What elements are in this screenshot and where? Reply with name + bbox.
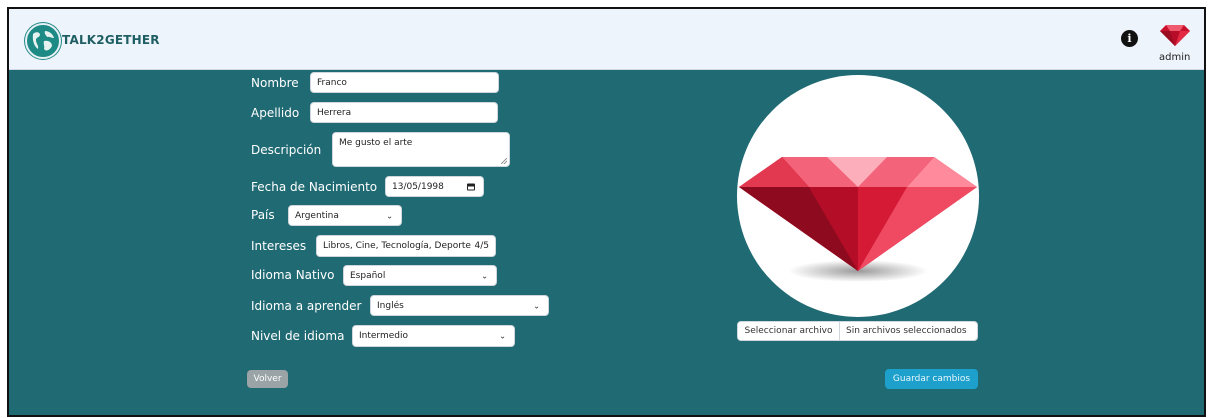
back-button[interactable]: Volver xyxy=(247,370,288,388)
idioma-nativo-select[interactable]: Español ⌄ xyxy=(343,265,497,286)
fecha-label: Fecha de Nacimiento xyxy=(251,180,378,194)
nivel-idioma-label: Nivel de idioma xyxy=(251,329,345,343)
fecha-value: 13/05/1998 xyxy=(392,181,444,192)
chevron-down-icon: ⌄ xyxy=(481,271,488,280)
apellido-label: Apellido xyxy=(251,106,300,120)
descripcion-textarea[interactable]: Me gusto el arte xyxy=(332,132,510,167)
chevron-down-icon: ⌄ xyxy=(533,301,540,310)
avatar[interactable] xyxy=(1160,23,1190,47)
intereses-value: Libros, Cine, Tecnología, Deporte xyxy=(323,241,471,251)
descripcion-value: Me gusto el arte xyxy=(339,138,413,148)
nombre-label: Nombre xyxy=(251,76,299,90)
nivel-idioma-value: Intermedio xyxy=(359,331,408,341)
idioma-aprender-label: Idioma a aprender xyxy=(251,299,362,313)
file-input[interactable]: Seleccionar archivo Sin archivos selecci… xyxy=(737,321,978,341)
app-logo-text: TALK2GETHER xyxy=(62,33,160,47)
pais-select[interactable]: Argentina ⌄ xyxy=(288,205,402,226)
info-icon[interactable]: i xyxy=(1121,30,1138,47)
fecha-input[interactable]: 13/05/1998 xyxy=(385,176,484,197)
top-header: TALK2GETHER i admin xyxy=(9,9,1204,70)
profile-photo xyxy=(737,75,979,317)
app-window: TALK2GETHER i admin Nombre Franco Apelli… xyxy=(7,7,1206,417)
nombre-value: Franco xyxy=(317,77,347,88)
chevron-down-icon: ⌄ xyxy=(499,331,506,341)
intereses-label: Intereses xyxy=(251,239,307,253)
save-changes-button[interactable]: Guardar cambios xyxy=(885,369,978,389)
calendar-icon[interactable] xyxy=(467,183,475,190)
user-name: admin xyxy=(1159,52,1191,63)
idioma-aprender-select[interactable]: Inglés ⌄ xyxy=(370,295,549,316)
intereses-count: 4/5 xyxy=(474,241,489,251)
globe-logo-icon xyxy=(25,23,61,59)
idioma-nativo-label: Idioma Nativo xyxy=(251,268,335,282)
pais-value: Argentina xyxy=(295,210,339,221)
file-status-text: Sin archivos seleccionados xyxy=(846,326,967,336)
idioma-nativo-value: Español xyxy=(350,270,386,281)
select-file-button[interactable]: Seleccionar archivo xyxy=(738,322,840,340)
chevron-down-icon: ⌄ xyxy=(386,211,393,220)
resize-handle-icon[interactable] xyxy=(501,158,507,164)
apellido-value: Herrera xyxy=(317,107,352,118)
nombre-input[interactable]: Franco xyxy=(310,72,499,93)
idioma-aprender-value: Inglés xyxy=(377,300,404,311)
descripcion-label: Descripción xyxy=(251,143,322,157)
nivel-idioma-select[interactable]: Intermedio ⌄ xyxy=(352,325,515,347)
pais-label: País xyxy=(251,208,275,222)
apellido-input[interactable]: Herrera xyxy=(310,102,498,123)
intereses-input[interactable]: Libros, Cine, Tecnología, Deporte 4/5 xyxy=(316,235,496,257)
